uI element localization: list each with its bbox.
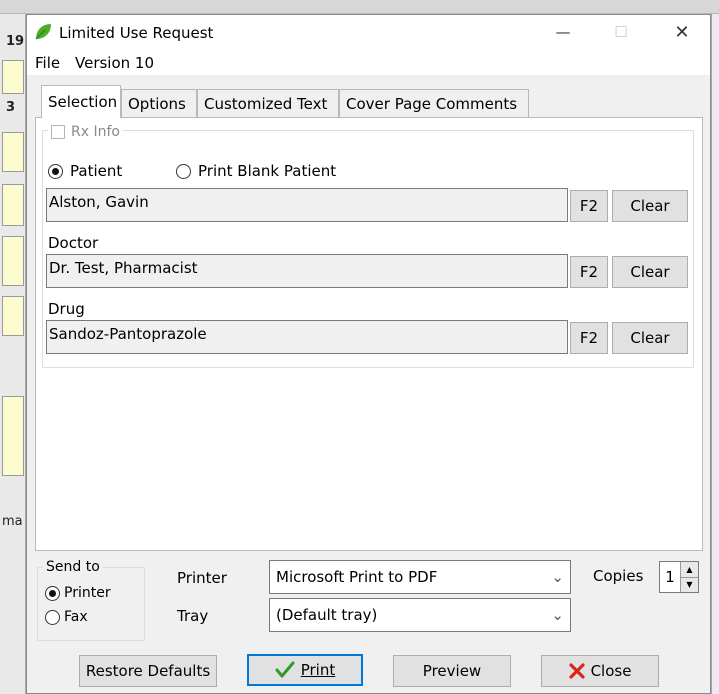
background-fragment: 3 (6, 100, 16, 115)
print-button-label: Print (300, 661, 336, 679)
patient-radio-label: Patient (70, 162, 123, 180)
tab-label: Customized Text (204, 94, 328, 113)
chevron-down-icon: ⌄ (551, 568, 564, 586)
close-button-label: Close (590, 662, 632, 680)
printer-select[interactable]: Microsoft Print to PDF ⌄ (269, 560, 571, 594)
doctor-label: Doctor (48, 234, 99, 252)
tray-select-value: (Default tray) (276, 606, 378, 624)
maximize-button[interactable]: ☐ (593, 15, 649, 49)
doctor-clear-button[interactable]: Clear (612, 256, 688, 288)
menu-file[interactable]: File (35, 54, 60, 72)
background-cell (2, 396, 24, 476)
window-title: Limited Use Request (59, 24, 214, 42)
printer-radio-option[interactable]: Printer (45, 585, 111, 601)
preview-button-label: Preview (422, 662, 482, 680)
red-x-icon (568, 663, 585, 679)
patient-f2-button[interactable]: F2 (570, 190, 608, 222)
close-icon: ✕ (674, 21, 690, 43)
menu-bar: File Version 10 (27, 49, 710, 75)
fax-radio-label: Fax (64, 609, 88, 625)
fax-radio[interactable] (45, 609, 60, 625)
background-cell (2, 296, 24, 336)
maximize-icon: ☐ (614, 23, 628, 41)
doctor-f2-button[interactable]: F2 (570, 256, 608, 288)
blank-patient-radio[interactable] (176, 163, 191, 179)
send-to-group (37, 567, 145, 641)
patient-radio-option[interactable]: Patient (48, 162, 122, 180)
background-left-panel: 19 3 ma (0, 14, 26, 694)
selection-tab-panel: Rx Info Patient Print Blank Patient Alst… (35, 117, 703, 551)
background-fragment: ma (2, 514, 23, 529)
printer-label: Printer (177, 569, 227, 587)
drug-label: Drug (48, 300, 85, 318)
drug-field[interactable]: Sandoz-Pantoprazole (46, 320, 568, 354)
rx-info-label: Rx Info (71, 124, 120, 140)
restore-defaults-button[interactable]: Restore Defaults (79, 655, 217, 687)
close-window-button[interactable]: ✕ (654, 15, 710, 49)
rx-info-checkbox[interactable] (51, 125, 65, 139)
copies-value: 1 (665, 568, 675, 586)
background-cell (2, 132, 24, 172)
menu-version[interactable]: Version 10 (75, 54, 154, 72)
spin-up-icon[interactable]: ▲ (681, 562, 698, 577)
leaf-icon (35, 24, 51, 40)
tray-label: Tray (177, 607, 209, 625)
patient-field[interactable]: Alston, Gavin (46, 188, 568, 222)
minimize-icon: — (555, 23, 571, 41)
minimize-button[interactable]: — (535, 15, 591, 49)
blank-patient-radio-label: Print Blank Patient (198, 162, 337, 180)
copies-spin-buttons: ▲ ▼ (680, 562, 698, 592)
tab-label: Options (128, 94, 186, 113)
copies-label: Copies (593, 567, 644, 585)
background-cell (2, 60, 24, 94)
tray-select[interactable]: (Default tray) ⌄ (269, 598, 571, 632)
tab-options[interactable]: Options (121, 89, 197, 117)
checkmark-icon (275, 661, 295, 678)
tab-customized-text[interactable]: Customized Text (197, 89, 339, 117)
patient-clear-button[interactable]: Clear (612, 190, 688, 222)
background-toolbar (0, 0, 719, 14)
tab-cover-page-comments[interactable]: Cover Page Comments (339, 89, 529, 117)
limited-use-request-dialog: Limited Use Request — ☐ ✕ File Version 1… (26, 14, 711, 694)
patient-radio[interactable] (48, 163, 63, 179)
printer-radio[interactable] (45, 585, 60, 601)
printer-select-value: Microsoft Print to PDF (276, 568, 438, 586)
title-bar[interactable]: Limited Use Request — ☐ ✕ (27, 15, 710, 49)
drug-clear-button[interactable]: Clear (612, 322, 688, 354)
drug-f2-button[interactable]: F2 (570, 322, 608, 354)
background-right-panel (711, 14, 719, 694)
tab-label: Selection (48, 93, 118, 111)
fax-radio-option[interactable]: Fax (45, 609, 88, 625)
print-button[interactable]: Print (247, 654, 363, 686)
background-cell (2, 184, 24, 226)
send-to-label: Send to (43, 559, 103, 575)
tab-selection[interactable]: Selection (41, 85, 121, 118)
doctor-field[interactable]: Dr. Test, Pharmacist (46, 254, 568, 288)
spin-down-icon[interactable]: ▼ (681, 576, 698, 592)
background-row-number: 19 (6, 34, 25, 49)
printer-radio-label: Printer (64, 585, 111, 601)
chevron-down-icon: ⌄ (551, 606, 564, 624)
rx-info-checkbox-row[interactable]: Rx Info (48, 124, 123, 140)
preview-button[interactable]: Preview (393, 655, 511, 687)
copies-spinner[interactable]: 1 ▲ ▼ (659, 561, 699, 593)
close-button[interactable]: Close (541, 655, 659, 687)
blank-patient-radio-option[interactable]: Print Blank Patient (176, 162, 336, 180)
tab-label: Cover Page Comments (346, 94, 518, 113)
background-cell (2, 236, 24, 286)
